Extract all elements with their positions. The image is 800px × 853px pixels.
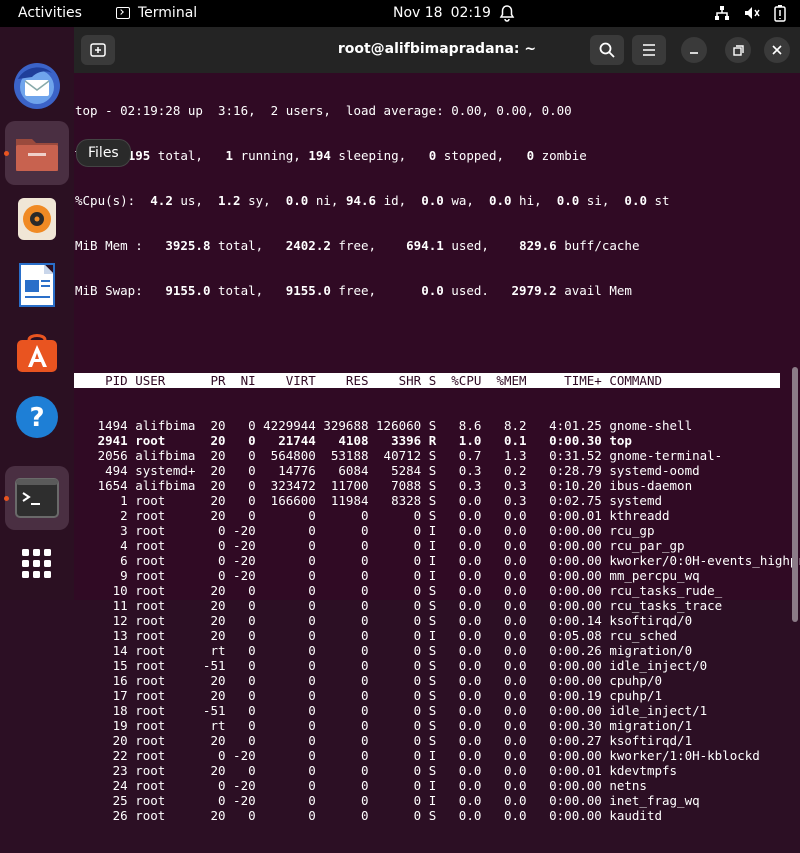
- process-table-header: PID USER PR NI VIRT RES SHR S %CPU %MEM …: [74, 373, 780, 388]
- process-row: 2056 alifbima 20 0 564800 53188 40712 S …: [75, 448, 723, 463]
- dock-tooltip: Files: [76, 139, 131, 167]
- minimize-icon: [690, 52, 698, 54]
- process-row: 26 root 20 0 0 0 0 S 0.0 0.0 0:00.00 kau…: [75, 808, 662, 823]
- process-row: 13 root 20 0 0 0 0 I 0.0 0.0 0:05.08 rcu…: [75, 628, 678, 643]
- process-row: 12 root 20 0 0 0 0 S 0.0 0.0 0:00.14 kso…: [75, 613, 693, 628]
- software-icon: [17, 334, 57, 372]
- top-swap-line: MiB Swap: 9155.0 total, 9155.0 free, 0.0…: [75, 283, 632, 298]
- app-menu-label: Terminal: [138, 5, 198, 21]
- dock-software[interactable]: [5, 319, 69, 383]
- top-uptime-line: top - 02:19:28 up 3:16, 2 users, load av…: [75, 103, 572, 118]
- process-row: 4 root 0 -20 0 0 0 I 0.0 0.0 0:00.00 rcu…: [75, 538, 685, 553]
- process-row: 11 root 20 0 0 0 0 S 0.0 0.0 0:00.00 rcu…: [75, 598, 723, 613]
- top-cpu-line: %Cpu(s): 4.2 us, 1.2 sy, 0.0 ni, 94.6 id…: [75, 193, 670, 208]
- process-row: 18 root -51 0 0 0 0 S 0.0 0.0 0:00.00 id…: [75, 703, 708, 718]
- hamburger-icon: [643, 44, 655, 56]
- show-applications-button[interactable]: [5, 532, 69, 596]
- process-row: 494 systemd+ 20 0 14776 6084 5284 S 0.3 …: [75, 463, 700, 478]
- battery-icon: [774, 4, 786, 26]
- window-titlebar[interactable]: root@alifbimapradana: ~: [74, 27, 800, 73]
- running-indicator: [4, 151, 9, 156]
- dock-writer[interactable]: [5, 253, 69, 317]
- activities-button[interactable]: Activities: [18, 5, 82, 21]
- process-row: 23 root 20 0 0 0 0 S 0.0 0.0 0:00.01 kde…: [75, 763, 678, 778]
- process-row: 6 root 0 -20 0 0 0 I 0.0 0.0 0:00.00 kwo…: [75, 553, 800, 568]
- dock-terminal[interactable]: [5, 466, 69, 530]
- show-apps-icon: [22, 549, 51, 578]
- close-button[interactable]: [764, 37, 790, 63]
- process-row: 25 root 0 -20 0 0 0 I 0.0 0.0 0:00.00 in…: [75, 793, 700, 808]
- process-row: 1494 alifbima 20 0 4229944 329688 126060…: [75, 418, 693, 433]
- writer-icon: [19, 263, 55, 307]
- dock: ?: [0, 27, 74, 600]
- process-row: 22 root 0 -20 0 0 0 I 0.0 0.0 0:00.00 kw…: [75, 748, 760, 763]
- system-tray[interactable]: [714, 4, 786, 26]
- process-row: 16 root 20 0 0 0 0 S 0.0 0.0 0:00.00 cpu…: [75, 673, 662, 688]
- restore-icon: [732, 44, 744, 56]
- process-row: 20 root 20 0 0 0 0 S 0.0 0.0 0:00.27 kso…: [75, 733, 693, 748]
- process-row: 3 root 0 -20 0 0 0 I 0.0 0.0 0:00.00 rcu…: [75, 523, 655, 538]
- process-row: 9 root 0 -20 0 0 0 I 0.0 0.0 0:00.00 mm_…: [75, 568, 700, 583]
- terminal-output[interactable]: top - 02:19:28 up 3:16, 2 users, load av…: [74, 73, 800, 823]
- process-row: 14 root rt 0 0 0 0 S 0.0 0.0 0:00.26 mig…: [75, 643, 693, 658]
- app-menu[interactable]: Terminal: [116, 5, 197, 21]
- process-row: 2 root 20 0 0 0 0 S 0.0 0.0 0:00.01 kthr…: [75, 508, 670, 523]
- process-row: 15 root -51 0 0 0 0 S 0.0 0.0 0:00.00 id…: [75, 658, 708, 673]
- clock-time: 02:19: [450, 5, 491, 21]
- process-row: 2941 root 20 0 21744 4108 3396 R 1.0 0.1…: [75, 433, 632, 448]
- maximize-button[interactable]: [725, 37, 751, 63]
- terminal-app-icon: [116, 7, 130, 19]
- dock-help[interactable]: ?: [5, 385, 69, 449]
- top-mem-line: MiB Mem : 3925.8 total, 2402.2 free, 694…: [75, 238, 640, 253]
- search-button[interactable]: [590, 35, 624, 65]
- minimize-button[interactable]: [681, 37, 707, 63]
- process-row: 24 root 0 -20 0 0 0 I 0.0 0.0 0:00.00 ne…: [75, 778, 647, 793]
- close-icon: [772, 45, 782, 55]
- thunderbird-icon: [14, 63, 60, 109]
- volume-icon: [744, 5, 760, 25]
- rhythmbox-icon: [18, 198, 56, 240]
- help-icon: ?: [16, 396, 58, 438]
- terminal-icon: [15, 478, 59, 518]
- process-row: 1654 alifbima 20 0 323472 11700 7088 S 0…: [75, 478, 693, 493]
- clock-date: Nov 18: [393, 5, 443, 21]
- running-indicator: [4, 496, 9, 501]
- dock-rhythmbox[interactable]: [5, 187, 69, 251]
- scrollbar[interactable]: [792, 367, 798, 622]
- network-icon: [714, 5, 730, 25]
- process-row: 10 root 20 0 0 0 0 S 0.0 0.0 0:00.00 rcu…: [75, 583, 723, 598]
- search-icon: [599, 42, 615, 58]
- notification-bell-icon[interactable]: [499, 4, 515, 26]
- top-tasks-line: Tasks: 195 total, 1 running, 194 sleepin…: [75, 148, 587, 163]
- terminal-window: root@alifbimapradana: ~ top - 02:19:28 u…: [74, 27, 800, 823]
- svg-text:?: ?: [29, 403, 44, 433]
- top-bar: Activities Terminal Nov 18 02:19: [0, 0, 800, 27]
- files-icon: [16, 139, 58, 171]
- dock-thunderbird[interactable]: [5, 54, 69, 118]
- menu-button[interactable]: [632, 35, 666, 65]
- process-table-body: 1494 alifbima 20 0 4229944 329688 126060…: [74, 418, 800, 823]
- dock-files[interactable]: [5, 121, 69, 185]
- process-row: 19 root rt 0 0 0 0 S 0.0 0.0 0:00.30 mig…: [75, 718, 693, 733]
- process-row: 17 root 20 0 0 0 0 S 0.0 0.0 0:00.19 cpu…: [75, 688, 662, 703]
- process-row: 1 root 20 0 166600 11984 8328 S 0.0 0.3 …: [75, 493, 662, 508]
- clock[interactable]: Nov 18 02:19: [393, 5, 491, 21]
